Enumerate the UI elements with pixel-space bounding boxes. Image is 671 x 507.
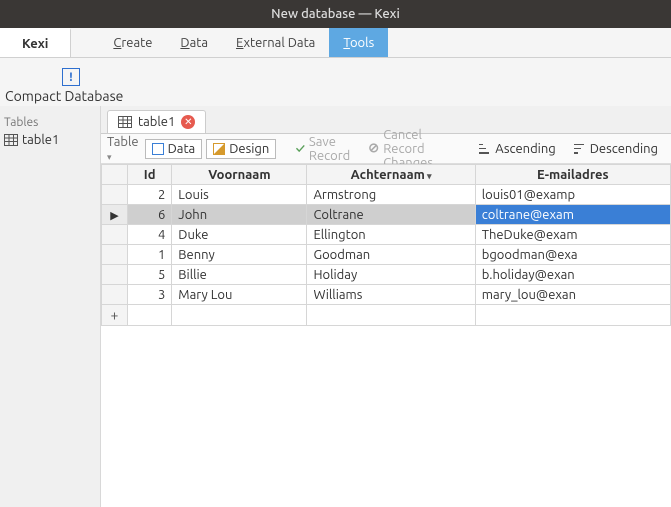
cell[interactable]: 1 [128,245,172,265]
app-tab[interactable]: Kexi [0,28,71,57]
plus-icon: + [111,307,119,323]
cell[interactable]: bgoodman@exa [475,245,670,265]
menu-tools-rest: ools [350,36,374,50]
sort-desc-icon [574,144,586,154]
cell[interactable]: 5 [128,265,172,285]
column-header[interactable]: Voornaam [172,165,307,185]
save-record-label: Save Record [309,135,350,163]
cell[interactable]: b.holiday@exan [475,265,670,285]
row-pointer-icon: ▶ [110,210,118,222]
cell[interactable] [128,305,172,326]
menu-create-rest: reate [121,36,152,50]
cell[interactable]: Holiday [307,265,475,285]
sort-ascending-button[interactable]: Ascending [472,139,563,159]
cell[interactable]: John [172,205,307,225]
cell[interactable]: 2 [128,185,172,205]
cell[interactable]: Louis [172,185,307,205]
row-header-blank [102,165,128,185]
cell[interactable] [475,305,670,326]
sidebar-item-label: table1 [22,133,59,147]
row-header[interactable] [102,185,128,205]
sort-asc-icon [479,144,491,154]
menu-data-rest: ata [190,36,208,50]
data-view-icon [152,143,164,155]
table-row[interactable]: ▶ 6JohnColtranecoltrane@exam [102,205,671,225]
menu-external-rest: xternal Data [243,36,315,50]
cell[interactable]: coltrane@exam [475,205,670,225]
table-row[interactable]: 2LouisArmstronglouis01@examp [102,185,671,205]
cell[interactable]: Ellington [307,225,475,245]
cell[interactable]: Williams [307,285,475,305]
row-header[interactable] [102,265,128,285]
data-view-label: Data [168,142,196,156]
menu-data[interactable]: Data [166,28,222,57]
cell[interactable]: Mary Lou [172,285,307,305]
cell[interactable]: Duke [172,225,307,245]
window-title: New database — Kexi [271,7,400,21]
table-row[interactable]: 3Mary LouWilliamsmary_lou@exan [102,285,671,305]
menu-tools[interactable]: Tools [329,28,388,57]
sidebar-item-table1[interactable]: table1 [0,131,100,149]
column-header[interactable]: E-mailadres [475,165,670,185]
close-icon[interactable]: ✕ [181,115,195,129]
table-mode-label[interactable]: Table [107,135,139,163]
tools-toolbar: ! Compact Database [0,58,671,106]
table-icon [4,133,18,147]
compact-database-button[interactable]: Compact Database [5,88,123,104]
row-header[interactable] [102,245,128,265]
cell[interactable]: TheDuke@exam [475,225,670,245]
new-row-header[interactable]: + [102,305,128,326]
info-icon: ! [62,68,80,86]
cancel-icon: ⊘ [368,141,379,156]
cell[interactable]: Benny [172,245,307,265]
cell[interactable]: 6 [128,205,172,225]
check-icon: ✓ [296,142,305,156]
sort-asc-label: Ascending [495,142,556,156]
cell[interactable]: Goodman [307,245,475,265]
cell[interactable]: Armstrong [307,185,475,205]
table-icon [118,115,132,129]
sidebar: Tables table1 [0,106,100,507]
save-record-button: ✓ Save Record [289,132,358,166]
table-toolbar: Table Data Design ✓ Save Record ⊘ Cancel… [101,134,671,164]
cell[interactable]: Billie [172,265,307,285]
sidebar-section-title: Tables [0,114,100,131]
menu-external-data[interactable]: External Data [222,28,329,57]
sort-descending-button[interactable]: Descending [567,139,665,159]
design-view-icon [213,143,225,155]
table-row[interactable]: 4DukeEllingtonTheDuke@exam [102,225,671,245]
cell[interactable] [307,305,475,326]
cell[interactable] [172,305,307,326]
table-row[interactable]: 1BennyGoodmanbgoodman@exa [102,245,671,265]
cell[interactable]: louis01@examp [475,185,670,205]
cell[interactable]: 4 [128,225,172,245]
design-view-button[interactable]: Design [206,139,276,159]
table-row[interactable]: 5BillieHolidayb.holiday@exan [102,265,671,285]
window-titlebar: New database — Kexi [0,0,671,28]
cell[interactable]: 3 [128,285,172,305]
row-header[interactable] [102,225,128,245]
row-header[interactable] [102,285,128,305]
row-header[interactable]: ▶ [102,205,128,225]
cell[interactable]: Coltrane [307,205,475,225]
tab-table1[interactable]: table1 ✕ [107,110,206,133]
column-header[interactable]: Achternaam [307,165,475,185]
main-area: table1 ✕ Table Data Design ✓ Save Record… [100,106,671,507]
cell[interactable]: mary_lou@exan [475,285,670,305]
data-grid[interactable]: IdVoornaamAchternaamE-mailadres 2LouisAr… [101,164,671,507]
data-view-button[interactable]: Data [145,139,203,159]
menubar: Kexi Create Data External Data Tools [0,28,671,58]
design-view-label: Design [229,142,269,156]
new-row[interactable]: + [102,305,671,326]
sort-desc-label: Descending [590,142,658,156]
tab-label: table1 [138,115,175,129]
menu-create[interactable]: Create [99,28,166,57]
column-header[interactable]: Id [128,165,172,185]
app-tab-label: Kexi [22,37,48,51]
